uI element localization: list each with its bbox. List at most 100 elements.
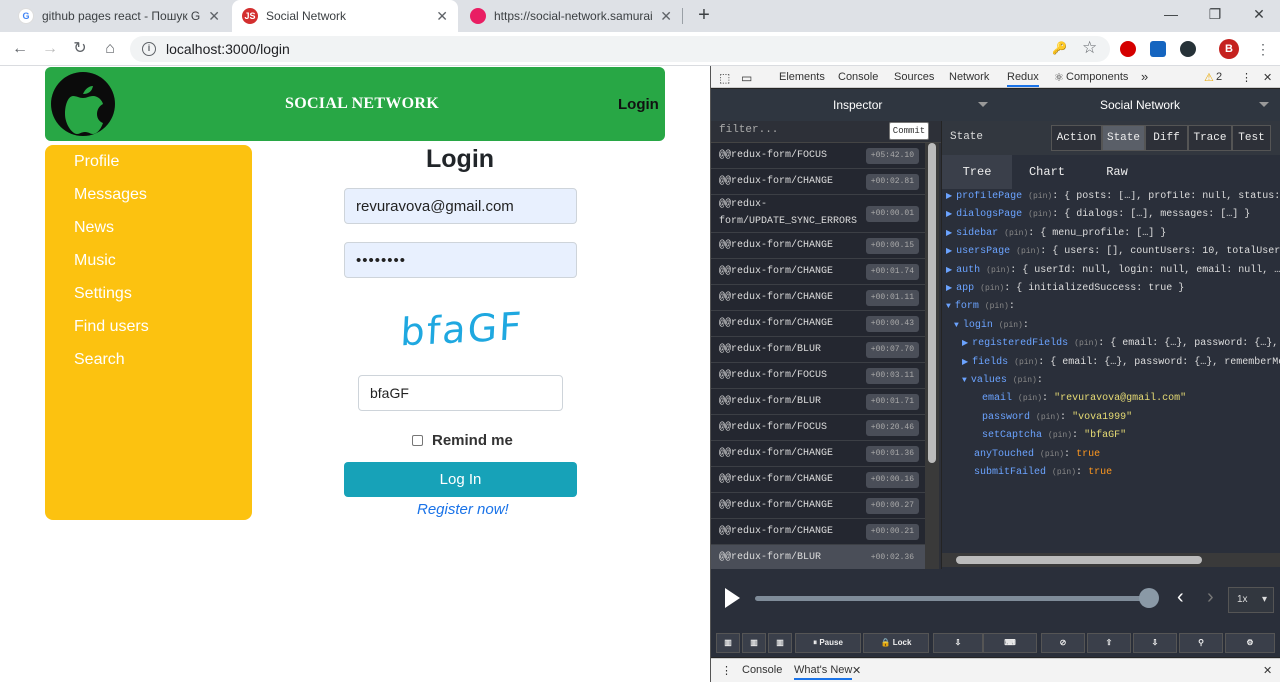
tab-console[interactable]: Console [838, 71, 878, 83]
tab-redux[interactable]: Redux [1007, 71, 1039, 87]
dispatcher-button[interactable]: ⌨ [983, 633, 1037, 653]
remember-checkbox[interactable] [412, 435, 423, 446]
action-row[interactable]: @@redux-form/CHANGE +00:00.21 [711, 519, 925, 545]
info-icon[interactable]: i [142, 42, 156, 56]
action-time-badge[interactable]: +00:01.71 [865, 393, 919, 410]
instance-select[interactable]: Social Network [1100, 98, 1180, 112]
action-row[interactable]: @@redux-form/FOCUS +00:03.11 [711, 363, 925, 389]
scrollbar-thumb[interactable] [956, 556, 1202, 564]
state-tree-node[interactable]: ▶ sidebar (pin): { menu_profile: […] } [946, 228, 1166, 239]
pin-label[interactable]: (pin) [1040, 450, 1064, 459]
tab-elements[interactable]: Elements [779, 71, 825, 83]
email-field[interactable]: revuravova@gmail.com [344, 188, 577, 224]
tab-state[interactable]: State [1102, 125, 1145, 151]
drawer-tab-whats-new[interactable]: What's New [794, 664, 853, 680]
expand-arrow-icon[interactable]: ▼ [954, 321, 959, 330]
tab-chart[interactable]: Chart [1012, 155, 1082, 189]
expand-arrow-icon[interactable]: ▶ [962, 358, 968, 367]
key-icon[interactable]: 🔑 [1052, 41, 1067, 55]
sidebar-item-search[interactable]: Search [74, 349, 252, 382]
sidebar-item-settings[interactable]: Settings [74, 283, 252, 316]
action-row[interactable]: @@redux-form/CHANGE +00:00.27 [711, 493, 925, 519]
shield-extension-icon[interactable] [1180, 41, 1196, 57]
tab-network[interactable]: Network [949, 71, 989, 83]
sidebar-item-find-users[interactable]: Find users [74, 316, 252, 349]
pin-label[interactable]: (pin) [985, 302, 1009, 311]
layout-left-icon[interactable]: ▥ [716, 633, 740, 653]
bookmark-star-icon[interactable]: ☆ [1082, 38, 1097, 58]
state-tree-node[interactable]: ▶ app (pin): { initializedSuccess: true } [946, 283, 1184, 294]
close-window-button[interactable]: ✕ [1244, 4, 1274, 26]
tab-raw[interactable]: Raw [1082, 155, 1152, 189]
pin-label[interactable]: (pin) [1028, 210, 1052, 219]
chevron-down-icon[interactable] [978, 102, 988, 107]
tab-trace[interactable]: Trace [1188, 125, 1232, 151]
tab-tree[interactable]: Tree [942, 155, 1012, 189]
expand-arrow-icon[interactable]: ▶ [946, 192, 952, 201]
action-time-badge[interactable]: +00:20.46 [865, 419, 919, 436]
persist-button[interactable]: ⇩ [933, 633, 983, 653]
layout-right-icon[interactable]: ▥ [742, 633, 766, 653]
action-time-badge[interactable]: +00:00.01 [865, 205, 919, 222]
pin-label[interactable]: (pin) [1036, 413, 1060, 422]
pin-label[interactable]: (pin) [1016, 247, 1040, 256]
state-tree-scrollbar[interactable] [942, 553, 1280, 567]
expand-arrow-icon[interactable]: ▶ [962, 339, 968, 348]
device-toolbar-icon[interactable]: ▭ [741, 71, 752, 85]
action-row[interactable]: @@redux-form/CHANGE +00:00.15 [711, 233, 925, 259]
action-time-badge[interactable]: +00:02.81 [865, 173, 919, 190]
devtools-menu-icon[interactable]: ⋮ [1241, 71, 1252, 84]
state-tree-node[interactable]: ▶ profilePage (pin): { posts: […], profil… [946, 191, 1280, 202]
expand-arrow-icon[interactable]: ▶ [946, 266, 952, 275]
action-row[interactable]: @@redux-form/CHANGE +00:01.36 [711, 441, 925, 467]
action-time-badge[interactable]: +00:00.27 [865, 497, 919, 514]
settings-button[interactable]: ⚙ [1225, 633, 1275, 653]
sidebar-item-profile[interactable]: Profile [74, 151, 252, 184]
action-row[interactable]: @@redux-form/FOCUS +00:20.46 [711, 415, 925, 441]
close-tab-icon[interactable]: ✕ [436, 8, 448, 25]
sidebar-item-music[interactable]: Music [74, 250, 252, 283]
monitor-select[interactable]: Inspector [833, 98, 882, 112]
lock-extension-icon[interactable] [1150, 41, 1166, 57]
close-tab-icon[interactable]: ✕ [208, 8, 220, 25]
slider-handle[interactable] [1139, 588, 1159, 608]
captcha-input[interactable]: bfaGF [358, 375, 563, 411]
close-tab-icon[interactable]: ✕ [660, 8, 672, 25]
tab-test[interactable]: Test [1232, 125, 1271, 151]
action-time-badge[interactable]: +00:00.16 [865, 471, 919, 488]
expand-arrow-icon[interactable]: ▼ [946, 302, 951, 311]
password-field[interactable]: •••••••• [344, 242, 577, 278]
pause-button[interactable]: ⏸ Pause [795, 633, 861, 653]
minimize-button[interactable]: — [1156, 4, 1186, 26]
tab-sources[interactable]: Sources [894, 71, 934, 83]
action-time-badge[interactable]: +00:02.36 [865, 549, 919, 566]
expand-arrow-icon[interactable]: ▶ [946, 247, 952, 256]
browser-menu-icon[interactable]: ⋮ [1256, 41, 1270, 58]
action-row[interactable]: @@redux-form/CHANGE +00:01.11 [711, 285, 925, 311]
action-list-scrollbar[interactable] [925, 143, 939, 569]
sidebar-item-news[interactable]: News [74, 217, 252, 250]
pin-label[interactable]: (pin) [1028, 192, 1052, 201]
play-icon[interactable] [725, 588, 740, 608]
clear-button[interactable]: ⊘ [1041, 633, 1085, 653]
action-time-badge[interactable]: +00:00.21 [865, 523, 919, 540]
opera-extension-icon[interactable] [1120, 41, 1136, 57]
expand-arrow-icon[interactable]: ▶ [946, 210, 952, 219]
state-tree-node[interactable]: ▼ values (pin): [962, 375, 1043, 386]
pin-label[interactable]: (pin) [980, 284, 1004, 293]
forward-button[interactable]: → [38, 37, 62, 61]
speed-select[interactable]: 1x ▾ [1228, 587, 1274, 613]
lock-button[interactable]: 🔒 Lock [863, 633, 929, 653]
export-button[interactable]: ⇩ [1133, 633, 1177, 653]
scrollbar-thumb[interactable] [928, 143, 936, 463]
state-tree-node[interactable]: ▼ login (pin): [954, 320, 1029, 331]
remember-me[interactable]: Remind me [412, 432, 513, 449]
remote-button[interactable]: ⚲ [1179, 633, 1223, 653]
action-time-badge[interactable]: +00:01.74 [865, 263, 919, 280]
pin-label[interactable]: (pin) [1074, 339, 1098, 348]
expand-arrow-icon[interactable]: ▼ [962, 376, 967, 385]
more-tabs-icon[interactable]: » [1141, 69, 1148, 84]
action-time-badge[interactable]: +05:42.10 [865, 147, 919, 164]
state-tree-node[interactable]: ▶ fields (pin): { email: {…}, password: {… [962, 357, 1280, 368]
action-row[interactable]: @@redux-form/CHANGE +00:02.81 [711, 169, 925, 195]
